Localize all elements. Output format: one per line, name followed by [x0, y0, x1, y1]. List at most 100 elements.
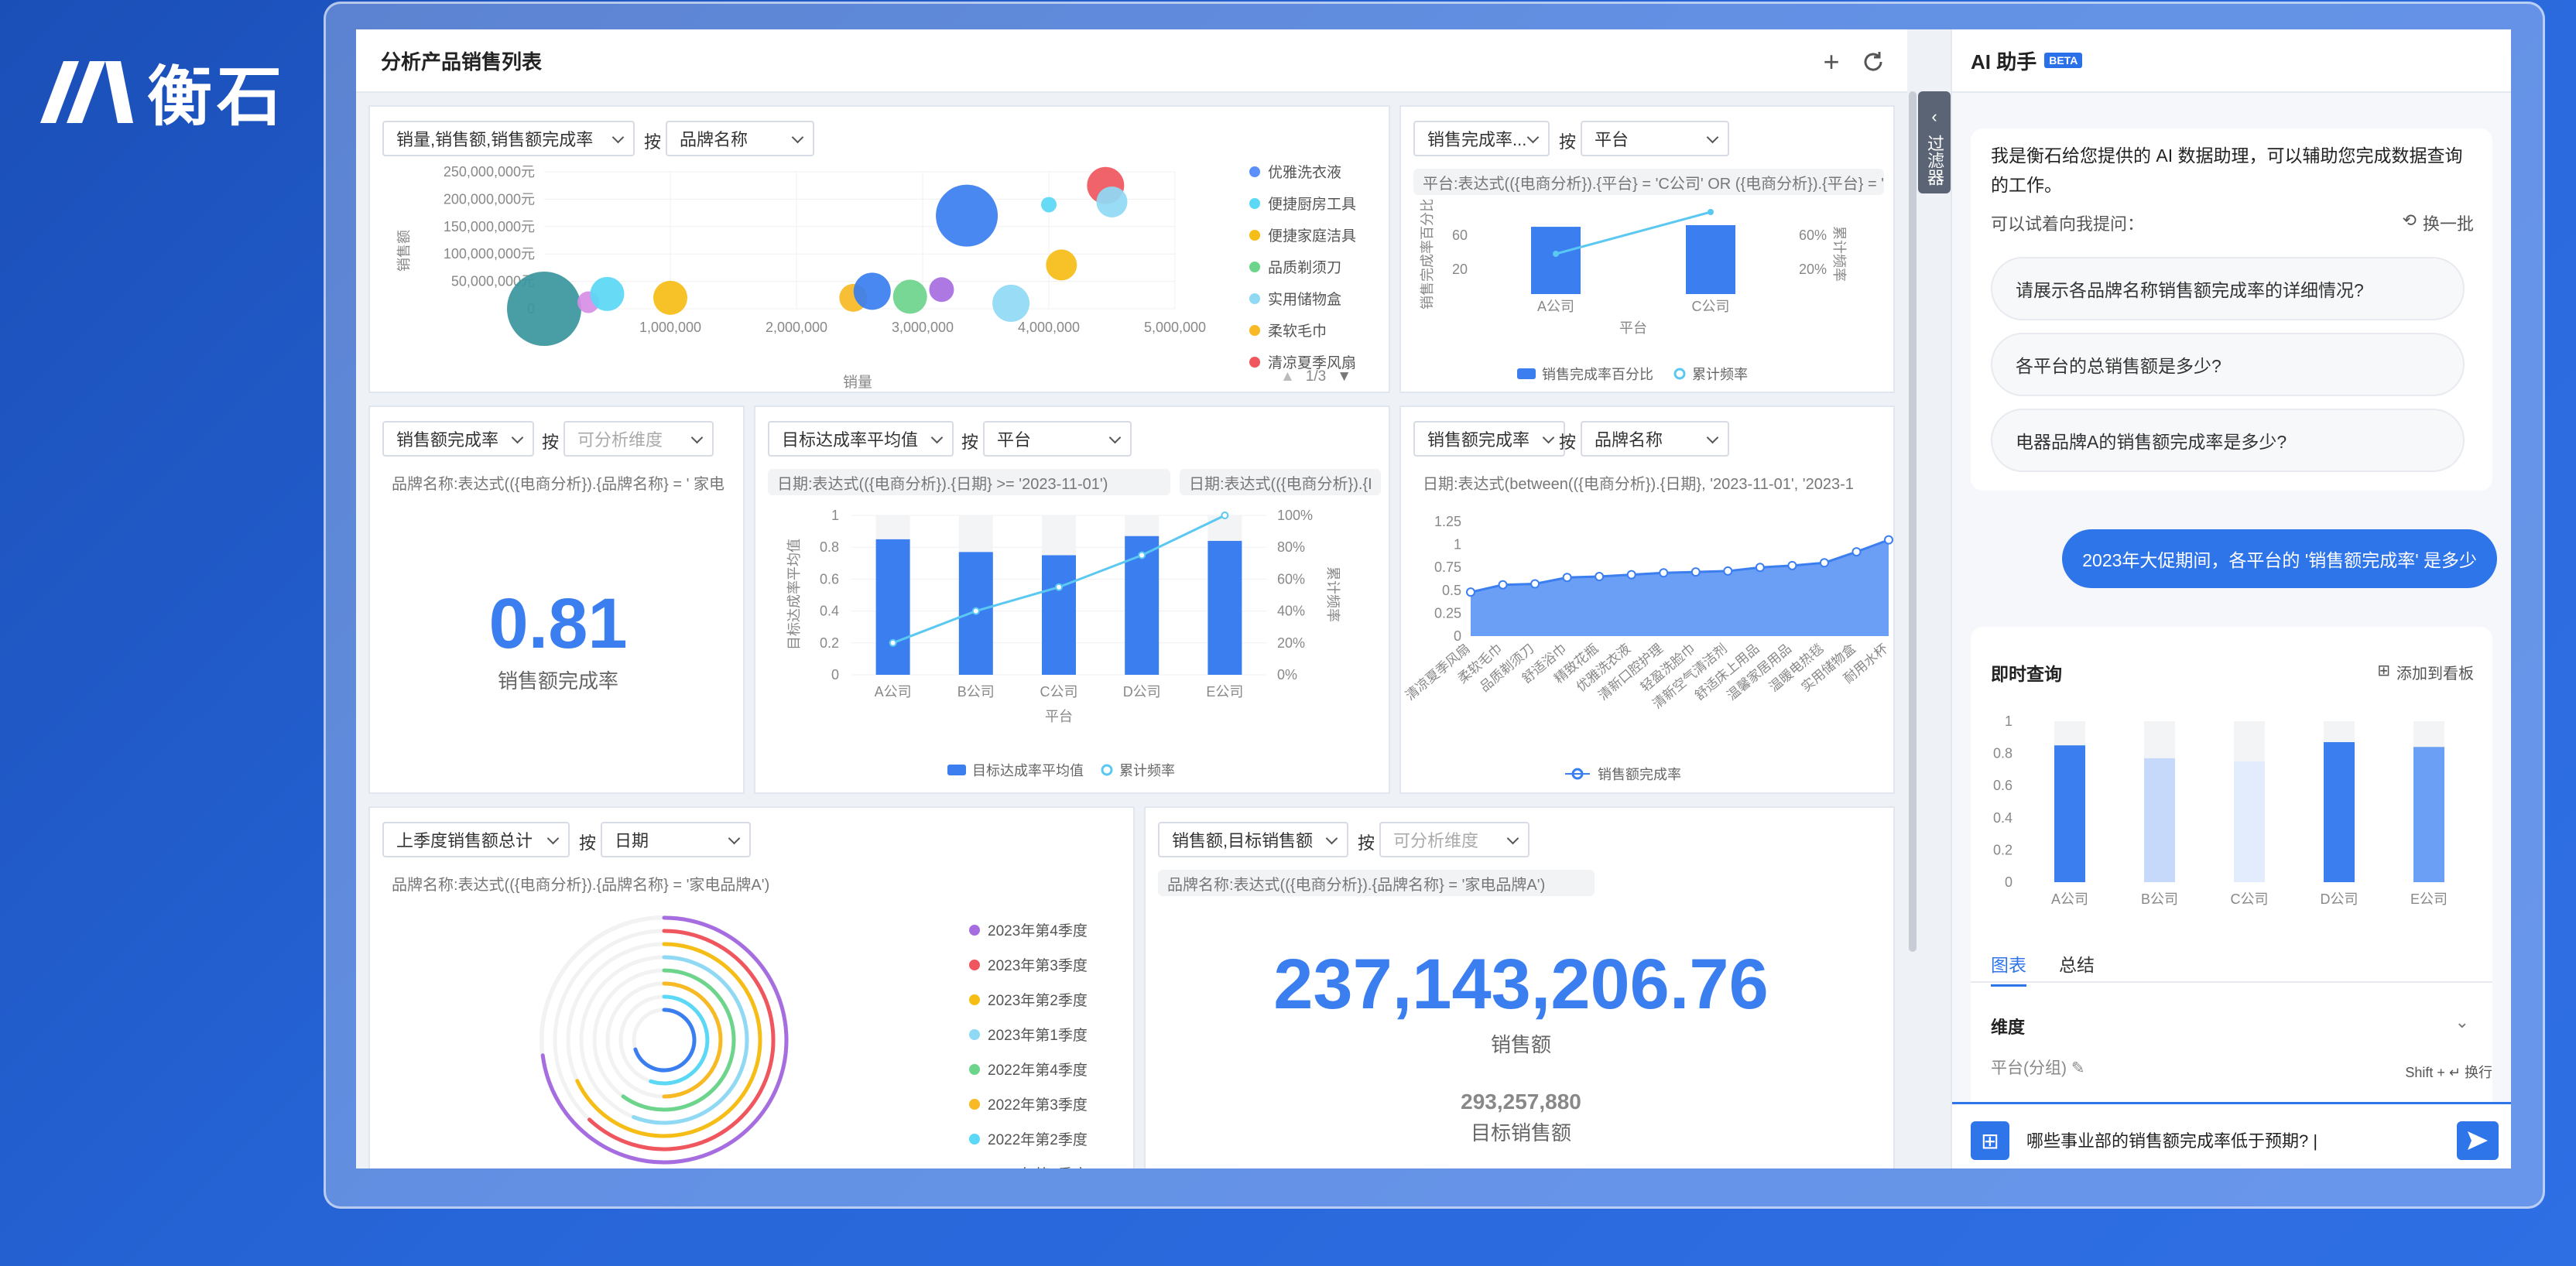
legend-item[interactable]: 2022年第1季度 [969, 1163, 1088, 1168]
dimension-select[interactable]: 可分析维度 [564, 421, 714, 457]
legend-item[interactable]: 便捷厨房工具 [1249, 193, 1356, 214]
pager-prev-icon[interactable]: ▲ [1280, 368, 1295, 385]
dimension-select[interactable]: 可分析维度 [1379, 822, 1530, 857]
legend-pager[interactable]: ▲ 1/3 ▼ [1280, 368, 1351, 385]
y2-axis-label: 累计频率 [1831, 226, 1847, 282]
scatter-point [936, 184, 999, 247]
bar [2054, 745, 2085, 882]
legend-label: 2022年第2季度 [988, 1132, 1088, 1148]
bar [2413, 747, 2444, 882]
legend-label: 便捷厨房工具 [1268, 197, 1357, 213]
bar-line-chart: 销售完成率百分比 累计频率602060%20%A公司 C公司平台销售完成率百分比 累计… [1420, 200, 1847, 382]
suggestion-item[interactable]: 电器品牌A的销售额完成率是多少? [1991, 409, 2465, 472]
pager-next-icon[interactable]: ▼ [1337, 368, 1351, 385]
legend-label: 销售额完成率 [1598, 767, 1681, 782]
filter-tab-label: 过滤器 [1925, 135, 1944, 186]
x-tick-label: A公司 [2051, 891, 2088, 907]
dimension-select[interactable]: 品牌名称 [1581, 421, 1729, 457]
send-button[interactable] [2457, 1121, 2499, 1160]
metric-select[interactable]: 目标达成率平均值 [768, 421, 954, 457]
filter-chip[interactable]: 日期:表达式(({电商分析}).{I [1180, 469, 1381, 495]
bar [1042, 555, 1076, 675]
refresh-suggestions-button[interactable]: ⟲ 换一批 [2403, 210, 2474, 235]
legend-item[interactable]: 2023年第2季度 [969, 989, 1088, 1010]
dashboard-scrollbar[interactable] [1909, 91, 1917, 952]
suggestion-item[interactable]: 请展示各品牌名称销售额完成率的详细情况? [1991, 257, 2465, 320]
y-tick-label: 200,000,000元 [444, 191, 535, 207]
filter-chip[interactable]: 品牌名称:表达式(({电商分析}).{品牌名称} = '家电品牌A') [382, 870, 816, 896]
filter-panel-toggle[interactable]: ‹ 过滤器 [1918, 91, 1951, 193]
legend-marker [1249, 261, 1260, 272]
metric-select[interactable]: 销售额完成率 [382, 421, 534, 457]
y-axis-label: 目标达成率平均值 [786, 539, 802, 650]
add-icon[interactable]: + [1816, 46, 1847, 77]
y2-axis-label: 累计频率 [1325, 566, 1341, 622]
filter-chip[interactable]: 品牌名称:表达式(({电商分析}).{品牌名称} = ' 家电 [382, 469, 734, 495]
dimension-select[interactable]: 平台 [1581, 121, 1729, 156]
send-icon [2468, 1131, 2488, 1150]
chevron-down-icon[interactable]: ⌄ [2455, 1012, 2469, 1032]
y2-tick-label: 60% [1799, 228, 1827, 243]
pager-text: 1/3 [1305, 368, 1327, 385]
x-tick-label: A公司 [1537, 299, 1574, 314]
filter-chip[interactable]: 品牌名称:表达式(({电商分析}).{品牌名称} = '家电品牌A') [1158, 870, 1595, 896]
area-chart: 1.2510.750.50.250清凉夏季风扇柔软毛巾品质剃须刀舒适浴巾精致花瓶… [1403, 514, 1893, 782]
x-tick-label: 3,000,000 [892, 320, 954, 335]
dimension-select[interactable]: 日期 [601, 822, 751, 857]
area-point [1659, 568, 1669, 578]
legend-item[interactable]: 2023年第1季度 [969, 1024, 1088, 1045]
bar [1531, 227, 1581, 294]
tab-summary[interactable]: 总结 [2059, 950, 2095, 977]
chat-input[interactable]: 哪些事业部的销售额完成率低于预期? | [2026, 1127, 2317, 1152]
metric-select[interactable]: 上季度销售额总计 [382, 822, 570, 857]
area-point [1690, 567, 1701, 577]
y-axis-label: 销售额 [396, 230, 412, 272]
filter-chip[interactable]: 日期:表达式(({电商分析}).{日期} >= '2023-11-01') [768, 469, 1170, 495]
legend-marker [969, 1063, 980, 1075]
y2-tick-label: 20% [1277, 635, 1305, 651]
dimension-select[interactable]: 品牌名称 [666, 121, 814, 156]
metric-select[interactable]: 销售额,目标销售额 [1158, 822, 1348, 857]
line-point [1553, 251, 1559, 258]
shortcut-hint: Shift + ↵ 换行 [2405, 1065, 2492, 1080]
dimension-select[interactable]: 平台 [983, 421, 1132, 457]
by-label: 按 [1559, 132, 1577, 152]
bar [1686, 224, 1735, 294]
line-point [1055, 583, 1063, 591]
legend-marker [1249, 356, 1260, 368]
dimension-value[interactable]: 平台(分组) ✎ [1991, 1056, 2084, 1079]
legend-item[interactable]: 柔软毛巾 [1249, 320, 1356, 340]
legend-item[interactable]: 2023年第4季度 [969, 919, 1088, 940]
legend-item[interactable]: 2022年第3季度 [969, 1093, 1088, 1114]
line-point [971, 607, 980, 615]
x-tick-label: C公司 [2231, 891, 2269, 907]
metric-select[interactable]: 销售额完成率 [1413, 421, 1565, 457]
legend-item[interactable]: 便捷家庭洁具 [1249, 224, 1356, 245]
legend-item[interactable]: 2022年第2季度 [969, 1128, 1088, 1149]
legend-item[interactable]: 2022年第4季度 [969, 1059, 1088, 1080]
legend-item[interactable]: 2023年第3季度 [969, 954, 1088, 975]
refresh-icon[interactable] [1858, 46, 1889, 77]
area-point [1723, 566, 1733, 576]
y-tick-label: 0.8 [1993, 746, 2012, 761]
legend-item[interactable]: 品质剃须刀 [1249, 256, 1356, 277]
metric-select[interactable]: 销售完成率... [1413, 121, 1550, 156]
area-point [1884, 535, 1893, 545]
filter-chip[interactable]: 日期:表达式(between(({电商分析}).{日期}, '2023-11-0… [1413, 469, 1884, 495]
edit-icon[interactable]: ✎ [2071, 1059, 2085, 1077]
y-tick-label: 0.75 [1434, 559, 1461, 575]
scatter-chart: 销售额 销量 250,000,000元 200,000,000元 150,000,0… [396, 164, 1206, 390]
add-to-board-button[interactable]: ⊞ 添加到看板 [2377, 661, 2474, 683]
card-brand-area: 销售额完成率 按 品牌名称 日期:表达式(between(({电商分析}).{日… [1399, 405, 1895, 794]
legend-item[interactable]: 实用储物盒 [1249, 288, 1356, 309]
legend-item[interactable]: 优雅洗衣液 [1249, 161, 1356, 182]
chat-input-bar: ⊞ 哪些事业部的销售额完成率低于预期? | [1952, 1102, 2511, 1168]
new-chat-icon[interactable]: ⊞ [1971, 1121, 2009, 1160]
y-tick-label: 0.6 [820, 571, 839, 587]
metric-select[interactable]: 销量,销售额,销售额完成率 [382, 121, 635, 156]
suggestion-item[interactable]: 各平台的总销售额是多少? [1991, 333, 2465, 396]
dashboard: 分析产品销售列表 + 销量,销售额,销售额完成率 按 品牌名称 销售额 销量 2… [356, 29, 1907, 1168]
scatter-point [590, 276, 625, 311]
card-quarter-radial: 上季度销售额总计 按 日期 品牌名称:表达式(({电商分析}).{品牌名称} =… [368, 806, 1135, 1168]
filter-chip[interactable]: 平台:表达式(({电商分析}).{平台} = 'C公司' OR ({电商分析})… [1413, 169, 1884, 195]
